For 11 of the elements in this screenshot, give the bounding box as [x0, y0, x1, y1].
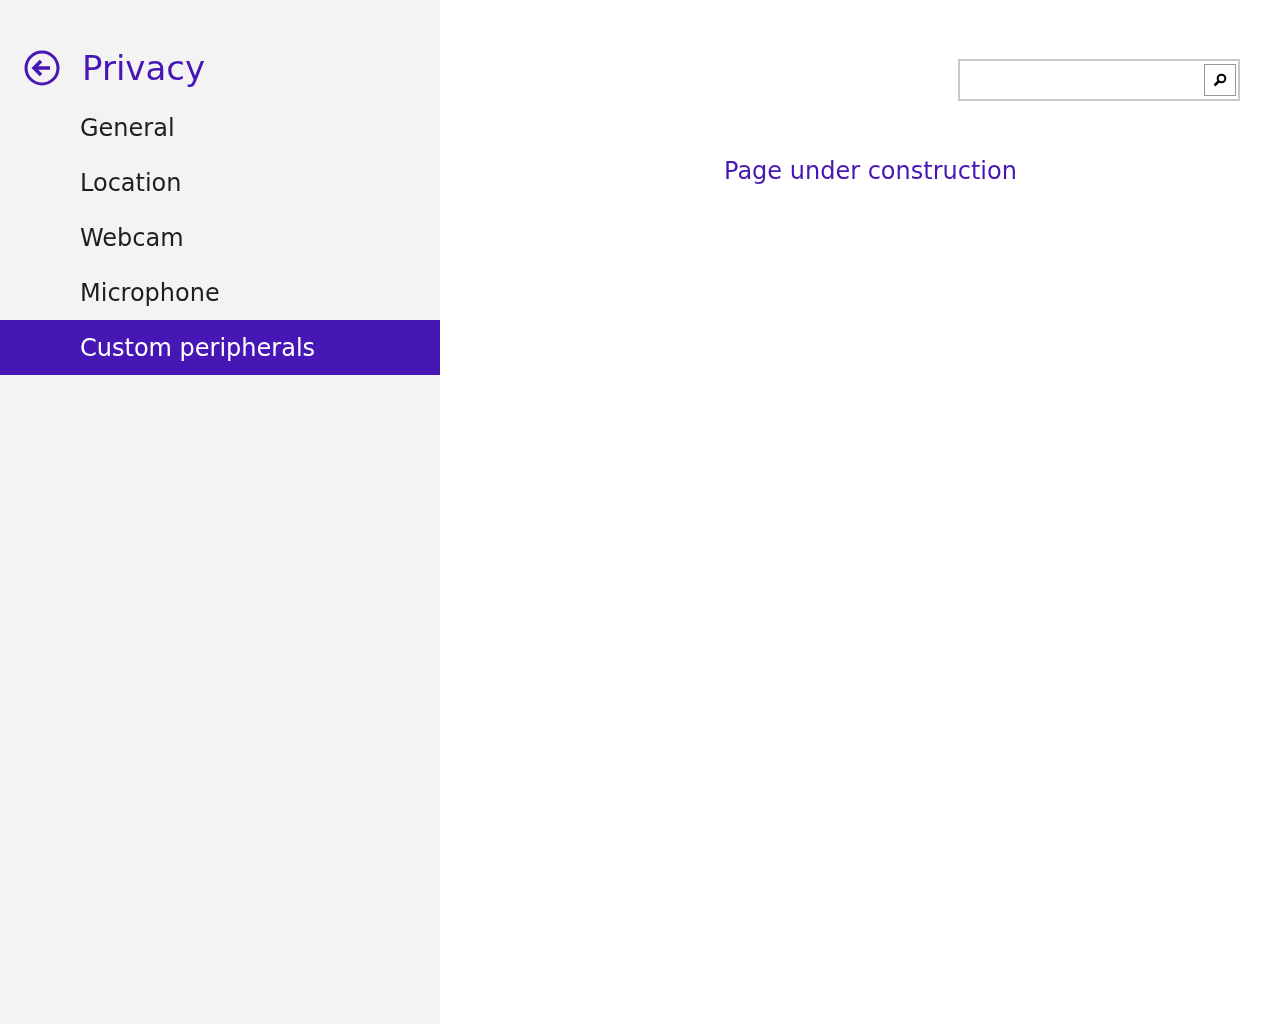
search-button[interactable] — [1204, 64, 1236, 96]
status-message: Page under construction — [724, 156, 1018, 187]
search-field[interactable] — [958, 59, 1240, 101]
nav-item[interactable]: Microphone — [0, 265, 440, 320]
back-icon[interactable] — [24, 50, 60, 86]
nav-item[interactable]: Custom peripherals — [0, 320, 440, 375]
nav-item[interactable]: Location — [0, 155, 440, 210]
nav-item[interactable]: General — [0, 100, 440, 155]
search-icon — [1213, 73, 1227, 87]
page-title: Privacy — [82, 47, 206, 90]
nav-item[interactable]: Webcam — [0, 210, 440, 265]
